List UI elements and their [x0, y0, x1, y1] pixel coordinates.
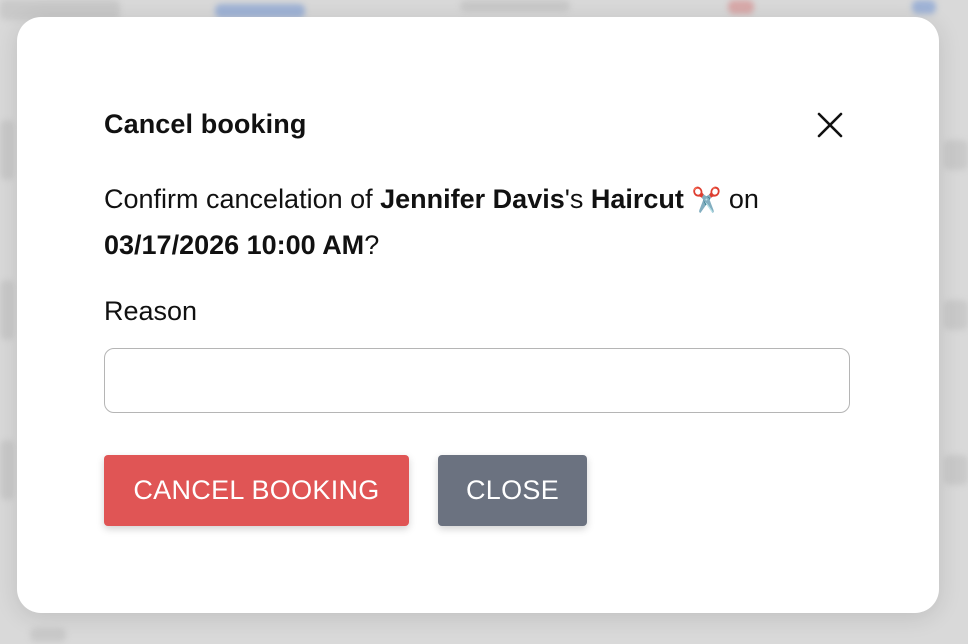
message-on: on: [721, 184, 759, 214]
bg-edge: [0, 440, 14, 500]
cancel-booking-button[interactable]: CANCEL BOOKING: [104, 455, 409, 526]
bg-text: [30, 628, 66, 642]
confirmation-message: Confirm cancelation of Jennifer Davis's …: [104, 177, 844, 267]
scissors-icon: ✂️: [691, 187, 722, 214]
bg-badge: [728, 0, 754, 14]
bg-edge: [944, 140, 968, 170]
message-suffix: ?: [364, 230, 380, 260]
close-button[interactable]: CLOSE: [438, 455, 587, 526]
service-name: Haircut: [590, 184, 684, 214]
bg-text: [460, 0, 570, 12]
booking-datetime: 03/17/2026 10:00 AM: [104, 230, 365, 260]
reason-input[interactable]: [104, 348, 850, 413]
close-icon[interactable]: [812, 107, 848, 143]
message-possessive: 's: [564, 184, 591, 214]
bg-icon: [912, 0, 936, 14]
cancel-booking-dialog: Cancel booking Confirm cancelation of Je…: [17, 17, 939, 613]
bg-edge: [944, 300, 968, 330]
dialog-title: Cancel booking: [104, 109, 307, 139]
bg-link: [215, 4, 305, 18]
message-prefix: Confirm cancelation of: [104, 184, 381, 214]
bg-edge: [0, 120, 14, 180]
bg-edge: [944, 455, 968, 485]
reason-label: Reason: [104, 296, 198, 326]
client-name: Jennifer Davis: [380, 184, 565, 214]
bg-edge: [0, 280, 14, 340]
